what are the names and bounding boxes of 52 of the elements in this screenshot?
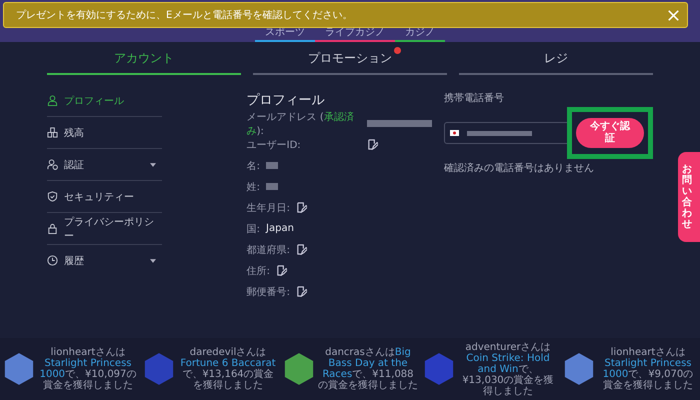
field-label: 住所: (246, 264, 270, 278)
phone-label: 携帯電話番号 (444, 92, 505, 105)
user-icon (47, 95, 58, 106)
sidebar-item[interactable]: プロフィール (47, 85, 162, 117)
field-label: 生年月日: (246, 202, 290, 214)
coins-icon (47, 127, 58, 138)
field-label: 国: (246, 222, 260, 236)
game-thumbnail[interactable] (424, 352, 454, 386)
flag-icon (450, 130, 459, 136)
winner-message: daredevilさんは Fortune 6 Baccarat で、¥13,164の賞金を獲得しました (179, 347, 277, 391)
sidebar-item[interactable]: セキュリティー (47, 181, 162, 213)
field-label: ユーザーID: (246, 138, 301, 152)
winner-message: adventurerさんは Coin Strike: Hold and Winで、¥13,030の賞金を獲得しました (461, 342, 555, 396)
winner-message: dancrasさんはBig Bass Day at the Racesで、¥11,088の賞金を獲得しました (318, 347, 418, 391)
field-label: 姓: (246, 180, 260, 194)
edit-icon[interactable] (366, 139, 378, 150)
field-label: 都道府県: (246, 244, 290, 256)
sidebar-item[interactable]: 履歴 (47, 245, 162, 276)
account-tab[interactable]: プロモーション (253, 42, 447, 75)
game-thumbnail[interactable] (564, 352, 594, 386)
sidebar-item[interactable]: 残高 (47, 117, 162, 149)
edit-icon[interactable] (296, 202, 308, 213)
blurred-value (266, 162, 278, 169)
game-thumbnail[interactable] (284, 352, 314, 386)
game-thumbnail[interactable] (4, 352, 34, 386)
blurred-value (266, 183, 278, 190)
lock-icon (47, 223, 58, 234)
sidebar-item[interactable]: プライバシーポリシー (47, 213, 162, 245)
edit-icon[interactable] (296, 286, 308, 297)
winner-message: lionheartさんは Starlight Princess 1000で、¥10,097の賞金を獲得しました (38, 347, 138, 391)
account-tab[interactable]: レジ (459, 42, 653, 75)
verify-button[interactable]: 今すぐ認証 (576, 118, 644, 148)
banner-message: プレゼントを有効にするために、Eメールと電話番号を確認してください。 (16, 8, 352, 22)
phone-note: 確認済みの電話番号はありません (444, 162, 595, 175)
support-tab[interactable]: お問い合わせ (678, 152, 700, 242)
user-check-icon (47, 159, 58, 170)
clock-icon (47, 255, 58, 266)
field-label: 郵便番号: (246, 286, 290, 298)
sidebar-item[interactable]: 認証 (47, 149, 162, 181)
account-tab[interactable]: アカウント (47, 42, 241, 75)
game-thumbnail[interactable] (144, 352, 174, 386)
edit-icon[interactable] (276, 265, 288, 276)
winner-message: lionheartさんは Starlight Princess 1000で、¥9,070の賞金を獲得しました (602, 347, 694, 391)
blurred-value (467, 130, 532, 136)
profile-title: プロフィール (246, 92, 326, 109)
field-label: 名: (246, 160, 260, 172)
edit-icon[interactable] (296, 244, 308, 255)
field-value: Japan (266, 223, 294, 234)
close-icon[interactable] (668, 10, 679, 20)
email-label: メールアドレス (承認済み): (246, 110, 355, 138)
shield-icon (47, 191, 58, 202)
blurred-value (367, 120, 432, 127)
